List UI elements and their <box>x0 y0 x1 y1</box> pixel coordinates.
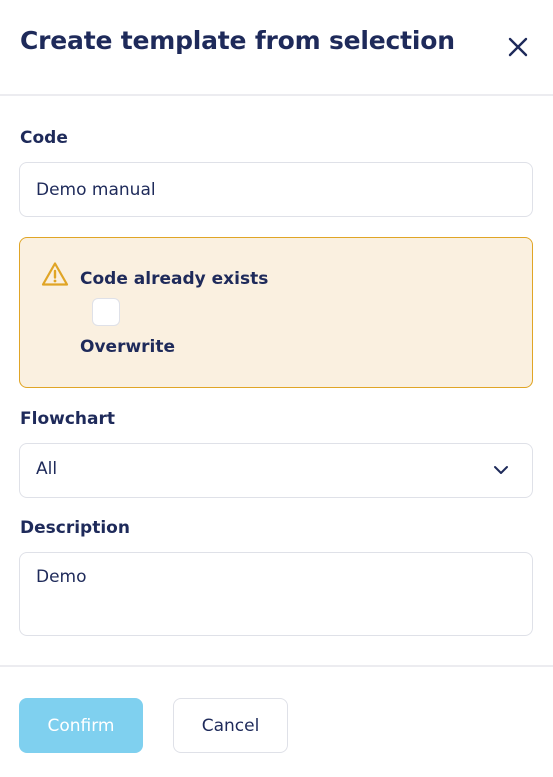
overwrite-label: Overwrite <box>80 337 176 357</box>
create-template-dialog: Create template from selection Code Code… <box>0 0 553 777</box>
code-input[interactable] <box>19 162 533 217</box>
chevron-down-icon <box>494 466 508 474</box>
warning-title: Code already exists <box>80 269 269 289</box>
flowchart-label: Flowchart <box>20 409 115 429</box>
confirm-button[interactable]: Confirm <box>19 698 143 753</box>
code-label: Code <box>20 128 68 148</box>
dialog-title: Create template from selection <box>20 26 455 55</box>
close-icon <box>508 37 528 57</box>
footer-divider <box>0 665 553 667</box>
description-label: Description <box>20 518 130 538</box>
description-textarea[interactable]: Demo <box>19 552 533 636</box>
dialog-header: Create template from selection <box>0 0 553 96</box>
warning-triangle-icon <box>41 262 69 286</box>
close-button[interactable] <box>504 33 532 61</box>
flowchart-select[interactable]: All <box>19 443 533 498</box>
cancel-button[interactable]: Cancel <box>173 698 288 753</box>
overwrite-checkbox[interactable] <box>92 298 120 326</box>
code-exists-warning: Code already exists Overwrite <box>19 237 533 388</box>
flowchart-selected-value: All <box>36 459 58 479</box>
